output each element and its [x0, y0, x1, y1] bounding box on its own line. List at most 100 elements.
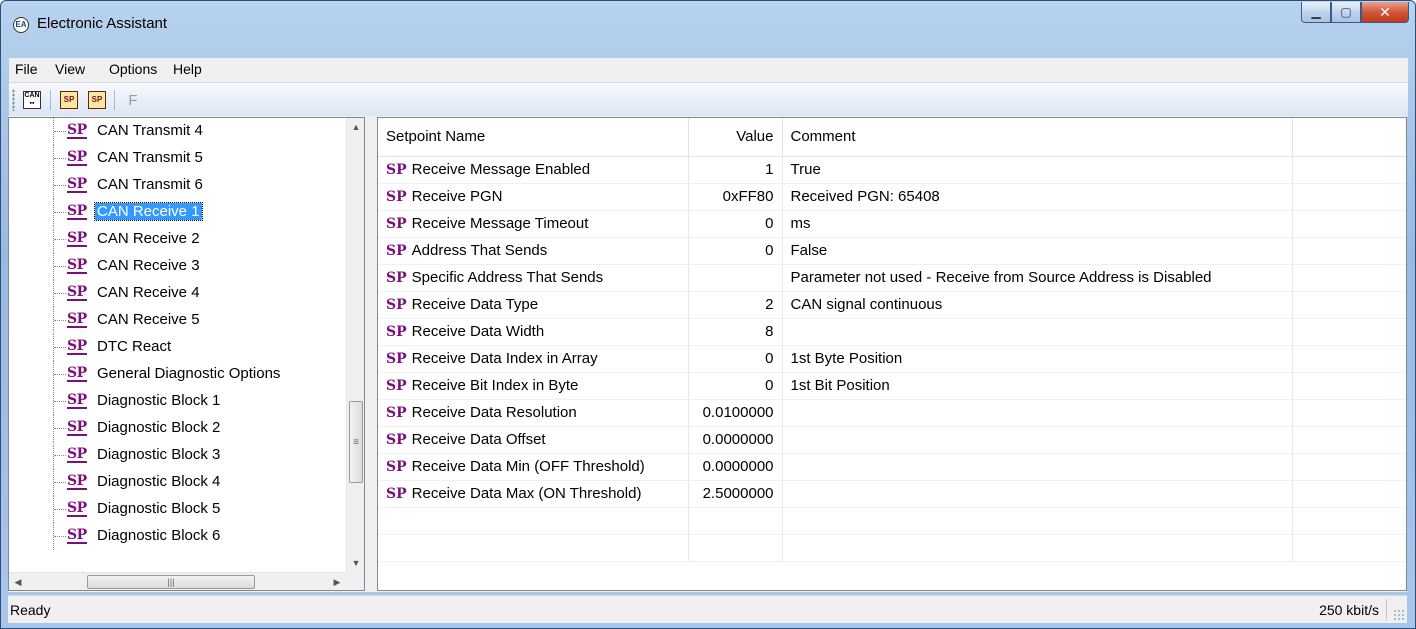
tree-item[interactable]: SP CAN Receive 2 — [9, 226, 346, 253]
tree-item[interactable]: SP Diagnostic Block 2 — [9, 415, 346, 442]
title-bar[interactable]: EA Electronic Assistant ▁ ▢ ✕ — [1, 1, 1415, 51]
flash-button[interactable]: F — [122, 89, 144, 111]
can-connect-button[interactable]: CAN ▪▪ — [21, 89, 43, 111]
tree-vertical-scrollbar[interactable]: ▲ ≡ ▼ — [346, 118, 364, 572]
tree-item[interactable]: SP General Diagnostic Options — [9, 361, 346, 388]
setpoint-value-cell[interactable]: 0 — [688, 372, 783, 400]
setpoint-group-tree[interactable]: SP CAN Transmit 4 SP CAN Transmit 5 SP CAN Tr… — [8, 117, 365, 591]
tree-item[interactable]: SP CAN Transmit 5 — [9, 145, 346, 172]
horizontal-scroll-thumb[interactable]: ||| — [87, 575, 255, 589]
table-row[interactable]: SP Receive Data Width 8 — [378, 318, 1406, 346]
setpoint-group-icon: SP — [67, 338, 87, 355]
table-row[interactable]: SP Receive Data Offset 0.0000000 — [378, 426, 1406, 454]
empty-table-row — [378, 507, 1406, 535]
setpoint-value-cell[interactable]: 0 — [688, 210, 783, 238]
setpoint-comment-cell: CAN signal continuous — [782, 291, 1293, 319]
tree-item[interactable]: SP CAN Receive 3 — [9, 253, 346, 280]
tree-item[interactable]: SP Diagnostic Block 1 — [9, 388, 346, 415]
scroll-right-arrow-icon[interactable]: ▶ — [328, 573, 346, 591]
tree-item[interactable]: SP Diagnostic Block 6 — [9, 523, 346, 550]
resize-grip-icon[interactable] — [1393, 609, 1405, 621]
setpoint-comment-cell — [782, 426, 1293, 454]
menu-file[interactable]: File — [15, 61, 38, 77]
setpoint-group-icon: SP — [67, 500, 87, 517]
setpoint-value-cell[interactable]: 2.5000000 — [688, 480, 783, 508]
tree-connector-line — [53, 145, 67, 172]
setpoint-name: Receive Data Offset — [411, 431, 546, 448]
setpoint-comment-cell — [782, 318, 1293, 346]
window-controls: ▁ ▢ ✕ — [1301, 2, 1409, 23]
table-row[interactable]: SP Receive Data Index in Array 0 1st Byte P… — [378, 345, 1406, 373]
table-row[interactable]: SP Receive Bit Index in Byte 0 1st Bit Posi… — [378, 372, 1406, 400]
scroll-up-arrow-icon[interactable]: ▲ — [347, 118, 365, 136]
tree-item-label: CAN Transmit 5 — [97, 149, 203, 166]
setpoint-icon: SP — [386, 162, 407, 178]
setpoint-name: Receive Bit Index in Byte — [411, 377, 579, 394]
tree-item[interactable]: SP CAN Receive 1 — [9, 199, 346, 226]
tree-item-label: Diagnostic Block 1 — [97, 392, 221, 409]
setpoint-value-cell[interactable]: 0.0100000 — [688, 399, 783, 427]
tree-item[interactable]: SP CAN Receive 5 — [9, 307, 346, 334]
table-row[interactable]: SP Address That Sends 0 False — [378, 237, 1406, 265]
scrollbar-corner — [346, 572, 364, 590]
setpoint-value-cell[interactable]: 2 — [688, 291, 783, 319]
setpoint-value-cell[interactable] — [688, 264, 783, 292]
table-row[interactable]: SP Receive Data Resolution 0.0100000 — [378, 399, 1406, 427]
menu-view[interactable]: View — [55, 61, 85, 77]
tree-item[interactable]: SP CAN Transmit 4 — [9, 118, 346, 145]
empty-table-row — [378, 534, 1406, 562]
tree-connector-line — [53, 334, 67, 361]
tree-item[interactable]: SP DTC React — [9, 334, 346, 361]
setpoint-value-cell[interactable]: 1 — [688, 156, 783, 184]
spare-cell — [1292, 399, 1406, 427]
minimize-button[interactable]: ▁ — [1301, 2, 1331, 23]
setpoint-value-cell[interactable]: 8 — [688, 318, 783, 346]
setpoint-name-cell: SP Address That Sends — [378, 237, 689, 265]
empty-cell — [782, 507, 1293, 535]
toolbar-grip[interactable] — [12, 89, 15, 111]
tree-item[interactable]: SP Diagnostic Block 4 — [9, 469, 346, 496]
setpoint-name-cell: SP Receive Data Resolution — [378, 399, 689, 427]
setpoint-icon: SP — [386, 432, 407, 448]
table-row[interactable]: SP Receive Data Type 2 CAN signal continuou… — [378, 291, 1406, 319]
empty-cell — [1292, 507, 1406, 535]
tree-item[interactable]: SP Diagnostic Block 3 — [9, 442, 346, 469]
close-button[interactable]: ✕ — [1361, 2, 1409, 23]
setpoint-icon: SP — [386, 324, 407, 340]
column-header-value[interactable]: Value — [688, 118, 783, 157]
table-row[interactable]: SP Receive Data Max (ON Threshold) 2.50000… — [378, 480, 1406, 508]
setpoint-value-cell[interactable]: 0.0000000 — [688, 426, 783, 454]
column-header-setpoint-name[interactable]: Setpoint Name — [378, 118, 689, 157]
setpoint-value-cell[interactable]: 0.0000000 — [688, 453, 783, 481]
setpoint-icon: SP — [386, 459, 407, 475]
menu-help[interactable]: Help — [173, 61, 202, 77]
setpoint-group-icon: SP — [67, 527, 87, 544]
maximize-button[interactable]: ▢ — [1331, 2, 1361, 23]
tree-item[interactable]: SP CAN Receive 4 — [9, 280, 346, 307]
setpoint-comment-cell: Received PGN: 65408 — [782, 183, 1293, 211]
table-row[interactable]: SP Receive Message Enabled 1 True — [378, 156, 1406, 184]
scroll-down-arrow-icon[interactable]: ▼ — [347, 554, 365, 572]
table-row[interactable]: SP Receive PGN 0xFF80 Received PGN: 65408 — [378, 183, 1406, 211]
tree-item[interactable]: SP Diagnostic Block 5 — [9, 496, 346, 523]
toolbar: CAN ▪▪ SP SP F — [9, 83, 1408, 117]
setpoint-group-icon: SP — [67, 203, 87, 220]
save-setpoint-file-button[interactable]: SP — [86, 89, 108, 111]
tree-connector-line — [53, 307, 67, 334]
setpoint-name: Receive Data Width — [411, 323, 545, 340]
vertical-scroll-thumb[interactable]: ≡ — [349, 401, 363, 483]
table-row[interactable]: SP Receive Data Min (OFF Threshold) 0.0000… — [378, 453, 1406, 481]
baud-rate-indicator: 250 kbit/s — [1319, 602, 1379, 618]
setpoint-value-cell[interactable]: 0xFF80 — [688, 183, 783, 211]
setpoint-name: Receive Data Min (OFF Threshold) — [411, 458, 645, 475]
tree-item[interactable]: SP CAN Transmit 6 — [9, 172, 346, 199]
tree-horizontal-scrollbar[interactable]: ◀ ||| ▶ — [9, 572, 346, 590]
menu-options[interactable]: Options — [109, 61, 157, 77]
column-header-comment[interactable]: Comment — [782, 118, 1293, 157]
table-row[interactable]: SP Receive Message Timeout 0 ms — [378, 210, 1406, 238]
open-setpoint-file-button[interactable]: SP — [58, 89, 80, 111]
table-row[interactable]: SP Specific Address That Sends Parameter n… — [378, 264, 1406, 292]
scroll-left-arrow-icon[interactable]: ◀ — [9, 573, 27, 591]
setpoint-value-cell[interactable]: 0 — [688, 345, 783, 373]
setpoint-value-cell[interactable]: 0 — [688, 237, 783, 265]
